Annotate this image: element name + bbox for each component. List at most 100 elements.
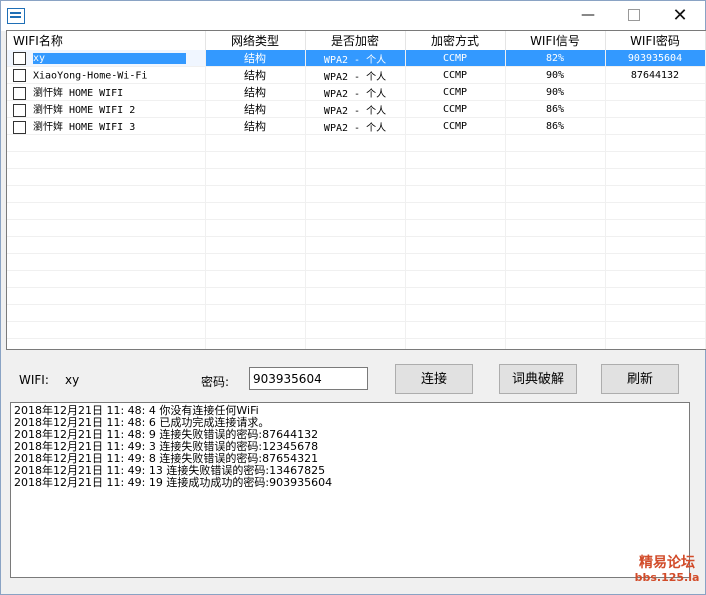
- empty-cell: [7, 270, 206, 288]
- password-input[interactable]: 903935604: [249, 367, 368, 390]
- maximize-button[interactable]: [611, 1, 657, 31]
- encrypt-method-cell: CCMP: [405, 66, 506, 84]
- column-header-network-type[interactable]: 网络类型: [205, 31, 306, 50]
- watermark-title: 精易论坛: [639, 555, 695, 571]
- row-checkbox[interactable]: [13, 86, 26, 100]
- signal-cell: 86%: [505, 117, 606, 135]
- empty-cell: [605, 270, 706, 288]
- empty-cell: [205, 304, 306, 322]
- minimize-button[interactable]: —: [565, 1, 611, 31]
- empty-table-row: [7, 202, 706, 220]
- signal-cell: 82%: [505, 50, 606, 67]
- empty-table-row: [7, 338, 706, 349]
- password-cell: 903935604: [605, 50, 706, 67]
- table-row[interactable]: 瀏忓姩 HOME WIFI 2 结构 WPA2 - 个人 CCMP 86%: [7, 100, 706, 118]
- signal-cell: 90%: [505, 83, 606, 101]
- wifi-list[interactable]: WIFI名称 网络类型 是否加密 加密方式 WIFI信号 WIFI密码 xy 结构…: [6, 30, 706, 350]
- encrypt-method-cell: CCMP: [405, 100, 506, 118]
- empty-cell: [505, 253, 606, 271]
- row-checkbox[interactable]: [13, 51, 26, 65]
- empty-cell: [505, 236, 606, 254]
- empty-cell: [305, 219, 406, 237]
- dictionary-crack-button[interactable]: 词典破解: [499, 364, 577, 394]
- network-type-cell: 结构: [205, 66, 306, 84]
- column-header-signal[interactable]: WIFI信号: [505, 31, 606, 50]
- wifi-name-text: xy: [33, 53, 186, 64]
- empty-cell: [7, 338, 206, 349]
- wifi-name-cell: 瀏忓姩 HOME WIFI 3: [7, 117, 206, 135]
- empty-cell: [205, 338, 306, 349]
- empty-cell: [305, 151, 406, 169]
- empty-cell: [205, 151, 306, 169]
- password-cell: [605, 83, 706, 101]
- empty-cell: [605, 168, 706, 186]
- empty-cell: [7, 253, 206, 271]
- connect-button[interactable]: 连接: [395, 364, 473, 394]
- empty-cell: [7, 202, 206, 220]
- empty-cell: [305, 270, 406, 288]
- empty-cell: [305, 321, 406, 339]
- empty-cell: [305, 338, 406, 349]
- row-checkbox[interactable]: [13, 120, 26, 134]
- password-cell: [605, 100, 706, 118]
- table-row[interactable]: 瀏忓姩 HOME WIFI 结构 WPA2 - 个人 CCMP 90%: [7, 83, 706, 101]
- empty-cell: [505, 287, 606, 305]
- wifi-name-text: 瀏忓姩 HOME WIFI 2: [33, 105, 136, 117]
- table-row[interactable]: XiaoYong-Home-Wi-Fi 结构 WPA2 - 个人 CCMP 90% 876…: [7, 66, 706, 84]
- empty-cell: [405, 151, 506, 169]
- refresh-button[interactable]: 刷新: [601, 364, 679, 394]
- empty-table-row: [7, 287, 706, 305]
- empty-cell: [605, 134, 706, 152]
- empty-cell: [405, 287, 506, 305]
- empty-cell: [7, 168, 206, 186]
- empty-table-row: [7, 270, 706, 288]
- empty-cell: [205, 236, 306, 254]
- empty-cell: [7, 236, 206, 254]
- column-header-name[interactable]: WIFI名称: [7, 31, 206, 50]
- encrypted-cell: WPA2 - 个人: [305, 83, 406, 101]
- forum-watermark: 精易论坛 bbs.125.la: [629, 555, 705, 593]
- wifi-label: WIFI:: [19, 373, 49, 387]
- encrypted-cell: WPA2 - 个人: [305, 50, 406, 67]
- empty-cell: [605, 151, 706, 169]
- maximize-icon: [628, 9, 640, 21]
- wifi-name-text: 瀏忓姩 HOME WIFI: [33, 88, 124, 100]
- network-type-cell: 结构: [205, 50, 306, 67]
- empty-cell: [205, 321, 306, 339]
- empty-cell: [405, 185, 506, 203]
- empty-cell: [505, 151, 606, 169]
- row-checkbox[interactable]: [13, 103, 26, 117]
- column-header-encrypt-method[interactable]: 加密方式: [405, 31, 506, 50]
- password-cell: [605, 117, 706, 135]
- empty-cell: [305, 185, 406, 203]
- empty-cell: [405, 236, 506, 254]
- empty-cell: [305, 236, 406, 254]
- empty-cell: [405, 338, 506, 349]
- empty-cell: [7, 219, 206, 237]
- empty-cell: [405, 202, 506, 220]
- empty-cell: [7, 151, 206, 169]
- network-type-cell: 结构: [205, 100, 306, 118]
- table-row[interactable]: 瀏忓姩 HOME WIFI 3 结构 WPA2 - 个人 CCMP 86%: [7, 117, 706, 135]
- encrypted-cell: WPA2 - 个人: [305, 66, 406, 84]
- empty-table-row: [7, 236, 706, 254]
- empty-cell: [205, 134, 306, 152]
- empty-cell: [505, 185, 606, 203]
- empty-cell: [7, 134, 206, 152]
- network-type-cell: 结构: [205, 83, 306, 101]
- encrypt-method-cell: CCMP: [405, 117, 506, 135]
- close-icon: ✕: [672, 5, 688, 26]
- empty-cell: [405, 321, 506, 339]
- close-button[interactable]: ✕: [657, 1, 703, 31]
- app-icon: [7, 8, 25, 24]
- empty-cell: [405, 219, 506, 237]
- column-header-password[interactable]: WIFI密码: [605, 31, 706, 50]
- signal-cell: 90%: [505, 66, 606, 84]
- empty-cell: [205, 287, 306, 305]
- table-row[interactable]: xy 结构 WPA2 - 个人 CCMP 82% 903935604: [7, 50, 706, 67]
- empty-cell: [405, 253, 506, 271]
- empty-cell: [205, 253, 306, 271]
- row-checkbox[interactable]: [13, 68, 26, 82]
- column-header-encrypted[interactable]: 是否加密: [305, 31, 406, 50]
- log-output[interactable]: 2018年12月21日 11: 48: 4 你没有连接任何WiFi 2018年1…: [10, 402, 690, 578]
